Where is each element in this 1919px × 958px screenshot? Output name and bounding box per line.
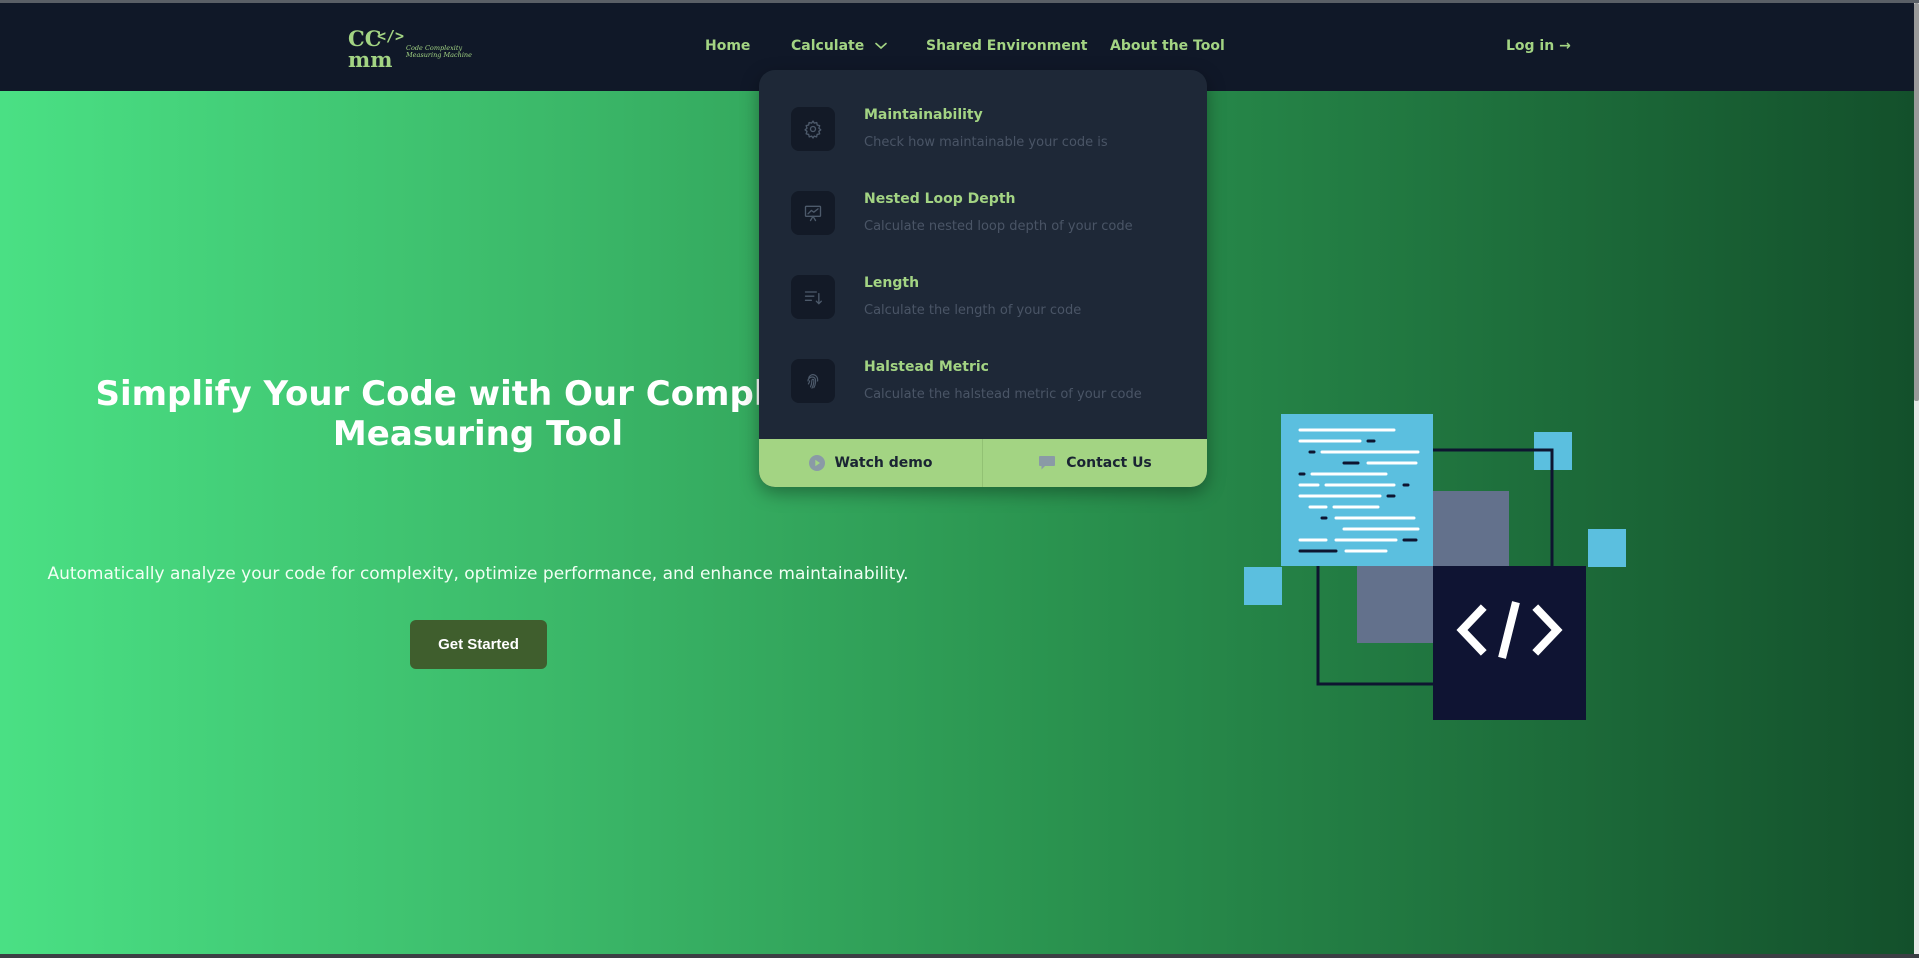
calculate-dropdown-menu: Maintainability Check how maintainable y… bbox=[759, 70, 1207, 487]
nav-calculate-menu[interactable]: Calculate bbox=[791, 38, 887, 54]
chevron-down-icon bbox=[875, 42, 887, 50]
watch-demo-button[interactable]: Watch demo bbox=[759, 439, 983, 487]
svg-text:Measuring Machine: Measuring Machine bbox=[405, 51, 472, 59]
svg-text:</>: </> bbox=[377, 27, 404, 45]
contact-us-button[interactable]: Contact Us bbox=[983, 439, 1207, 487]
login-link[interactable]: Log in → bbox=[1506, 38, 1571, 54]
menu-item-title: Nested Loop Depth bbox=[864, 191, 1016, 207]
gear-icon bbox=[791, 107, 835, 151]
chat-bubble-icon bbox=[1039, 456, 1056, 470]
play-circle-icon bbox=[808, 455, 825, 471]
menu-item-maintainability[interactable]: Maintainability Check how maintainable y… bbox=[791, 107, 1191, 167]
menu-item-length[interactable]: Length Calculate the length of your code bbox=[791, 275, 1191, 335]
menu-item-title: Halstead Metric bbox=[864, 359, 989, 375]
sort-lines-icon bbox=[791, 275, 835, 319]
fingerprint-icon bbox=[791, 359, 835, 403]
hero-subtitle: Automatically analyze your code for comp… bbox=[47, 564, 909, 584]
code-illustration bbox=[1244, 414, 1626, 720]
brand-logo[interactable]: CC </> mm Code Complexity Measuring Mach… bbox=[348, 27, 473, 71]
svg-text:mm: mm bbox=[348, 47, 392, 71]
nav-shared-environment-link[interactable]: Shared Environment bbox=[926, 38, 1087, 54]
menu-item-halstead-metric[interactable]: Halstead Metric Calculate the halstead m… bbox=[791, 359, 1191, 419]
window-bottom-border bbox=[0, 954, 1919, 958]
menu-item-description: Check how maintainable your code is bbox=[864, 135, 1108, 150]
menu-item-description: Calculate nested loop depth of your code bbox=[864, 219, 1133, 234]
menu-item-description: Calculate the halstead metric of your co… bbox=[864, 387, 1142, 402]
nav-home-link[interactable]: Home bbox=[705, 38, 750, 54]
get-started-button[interactable]: Get Started bbox=[410, 620, 547, 669]
menu-item-description: Calculate the length of your code bbox=[864, 303, 1082, 318]
scrollbar-thumb[interactable] bbox=[1914, 3, 1919, 401]
presentation-chart-icon bbox=[791, 191, 835, 235]
menu-item-nested-loop-depth[interactable]: Nested Loop Depth Calculate nested loop … bbox=[791, 191, 1191, 251]
nav-about-link[interactable]: About the Tool bbox=[1110, 38, 1225, 54]
contact-us-label: Contact Us bbox=[1066, 455, 1152, 471]
menu-item-title: Length bbox=[864, 275, 920, 291]
menu-item-title: Maintainability bbox=[864, 107, 983, 123]
dropdown-footer: Watch demo Contact Us bbox=[759, 439, 1207, 487]
nav-calculate-label: Calculate bbox=[791, 38, 865, 54]
watch-demo-label: Watch demo bbox=[834, 455, 933, 471]
